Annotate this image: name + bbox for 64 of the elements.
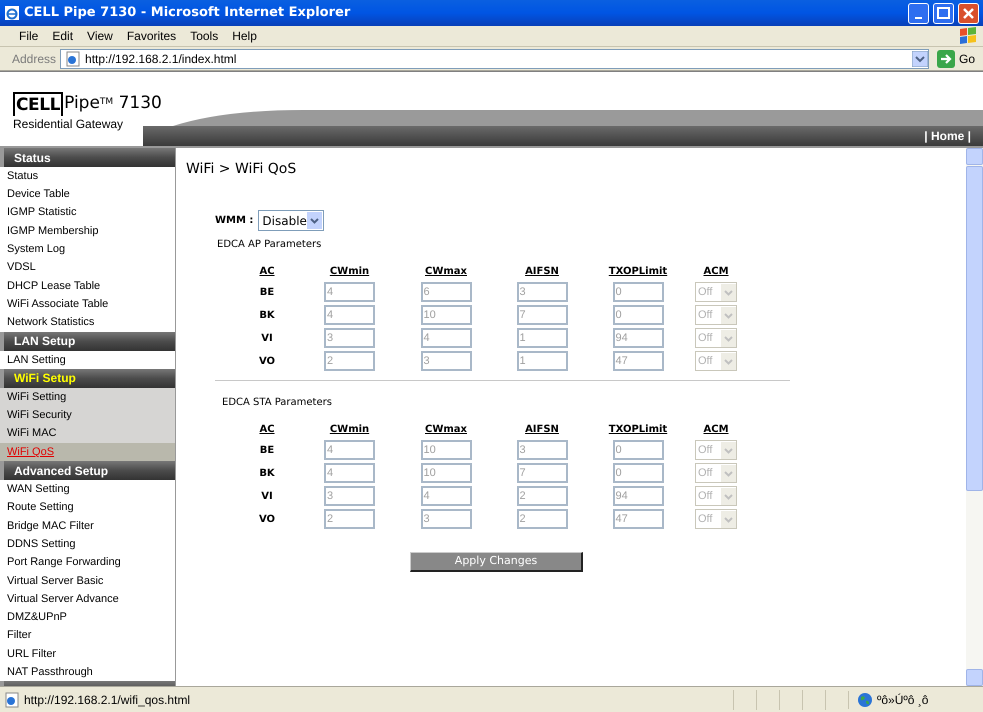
maximize-icon [937, 7, 950, 19]
status-url: http://192.168.2.1/wifi_qos.html [24, 692, 190, 708]
ac-label: BK [259, 308, 275, 322]
wmm-label: WMM : [215, 214, 254, 228]
sidebar-section-header[interactable]: Advanced Setup [0, 461, 175, 480]
logo-tagline: Residential Gateway [13, 117, 124, 132]
dropdown-arrow-icon[interactable] [912, 50, 928, 66]
column-header: AIFSN [525, 264, 559, 278]
section-title: EDCA AP Parameters [216, 238, 322, 252]
address-label: Address [12, 50, 56, 68]
sidebar-section-header[interactable]: Status [0, 148, 175, 167]
maximize-button[interactable] [933, 2, 954, 24]
sidebar-item[interactable]: WiFi Security [0, 406, 175, 425]
column-header: CWmax [425, 264, 467, 278]
menu-item[interactable]: File [12, 27, 46, 45]
ac-label: BE [260, 286, 274, 300]
menu-item[interactable]: View [80, 27, 120, 45]
minimize-button[interactable] [908, 2, 929, 24]
menu-item[interactable]: Tools [183, 27, 226, 45]
browser-icon [4, 5, 20, 21]
column-header: CWmax [425, 422, 467, 436]
menu-item[interactable]: Help [225, 27, 264, 45]
section-title: EDCA STA Parameters [221, 396, 333, 410]
ac-label: VO [258, 512, 276, 526]
ac-label: VI [261, 332, 273, 346]
ac-label: BE [260, 444, 274, 458]
column-header: ACM [703, 264, 729, 278]
globe-icon [857, 692, 873, 708]
sidebar-section-header[interactable]: LAN Setup [0, 332, 175, 351]
windows-logo-icon [957, 26, 979, 46]
ac-label: VO [258, 354, 276, 368]
address-field[interactable]: http://192.168.2.1/index.html [60, 48, 929, 68]
sidebar-section-header[interactable]: WiFi Setup [0, 368, 175, 388]
column-header: ACM [703, 422, 729, 436]
zone-label: ºô»Úºô ¸ô [877, 692, 928, 708]
menu-item[interactable]: Favorites [120, 27, 184, 45]
page-title: WiFi > WiFi QoS [186, 160, 298, 179]
ac-label: BK [259, 466, 275, 480]
window-title: CELL Pipe 7130 - Microsoft Internet Explorer [24, 4, 352, 22]
minimize-icon [915, 16, 922, 18]
ac-label: VI [261, 490, 273, 504]
sidebar-item[interactable]: WiFi Setting [0, 388, 175, 406]
scrollbar[interactable] [966, 148, 983, 686]
home-link[interactable]: | Home | [924, 127, 971, 145]
close-icon [963, 8, 974, 18]
menu-item[interactable]: Edit [45, 27, 80, 45]
column-header: AIFSN [525, 422, 559, 436]
go-button[interactable]: Go [932, 50, 979, 68]
column-header: TXOPLimit [608, 422, 668, 436]
apply-changes-button[interactable]: Apply Changes [410, 552, 583, 572]
page-icon [4, 692, 20, 708]
column-header: TXOPLimit [608, 264, 668, 278]
column-header: AC [259, 422, 275, 436]
close-button[interactable] [958, 2, 979, 24]
column-header: CWmin [330, 264, 370, 278]
column-header: AC [259, 264, 275, 278]
logo-wordmark: CELL [13, 92, 64, 116]
sidebar-item[interactable]: WiFi MAC [0, 424, 175, 443]
page-icon [65, 50, 82, 66]
column-header: CWmin [330, 422, 370, 436]
address-value: http://192.168.2.1/index.html [85, 50, 238, 68]
wmm-select[interactable]: Disable [258, 210, 324, 231]
logo-wordmark: Pipe$^{TM}$ 7130 [64, 92, 162, 114]
sidebar-item[interactable]: WiFi QoS [0, 442, 175, 462]
